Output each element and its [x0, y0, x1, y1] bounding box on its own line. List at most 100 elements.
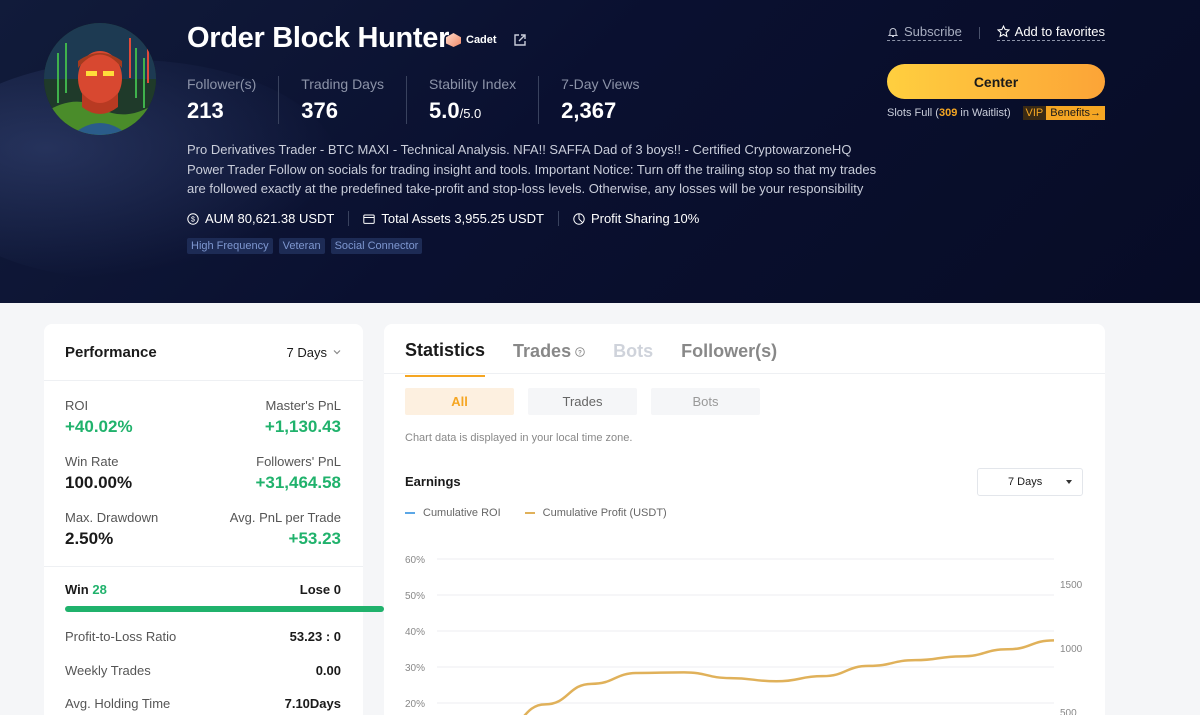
avg-holding-time-label: Avg. Holding Time [65, 696, 171, 711]
bio-line: are followed exactly at the predefined t… [187, 181, 864, 196]
vip-benefits-link[interactable]: VIP Benefits→ [1022, 106, 1105, 120]
weekly-trades-label: Weekly Trades [65, 663, 151, 678]
bio-line: Pro Derivatives Trader - BTC MAXI - Tech… [187, 142, 852, 157]
external-link-icon[interactable] [513, 33, 527, 47]
pie-icon [573, 212, 585, 225]
followers-pnl-cell: Followers' PnL +31,464.58 [255, 454, 341, 493]
stat-views: 7-Day Views 2,367 [561, 76, 661, 124]
slots-suffix: in Waitlist) [957, 107, 1011, 119]
lose-text: Lose 0 [300, 582, 341, 597]
statistics-card: Statistics Trades ? Bots Follower(s) All… [384, 324, 1105, 715]
master-pnl-label: Master's PnL [265, 398, 341, 413]
stat-label: Follower(s) [187, 76, 257, 92]
slots-status: Slots Full (309 in Waitlist) VIP Benefit… [887, 106, 1105, 120]
star-icon [996, 25, 1010, 38]
favorites-label: Add to favorites [1014, 24, 1105, 39]
profit-series-line [523, 639, 1055, 715]
stat-value: 376 [301, 98, 338, 123]
tab-bots[interactable]: Bots [613, 340, 653, 377]
stat-stability-index: Stability Index 5.0/5.0 [429, 76, 540, 124]
tab-statistics[interactable]: Statistics [405, 340, 486, 377]
rank-label: Cadet [466, 34, 497, 46]
lose-label: Lose [299, 582, 331, 597]
profit-sharing-metric: Profit Sharing 10% [573, 211, 713, 226]
avatar [44, 23, 156, 135]
profit-loss-ratio-value: 53.23 : 0 [289, 629, 341, 644]
trader-actions: Subscribe Add to favorites Center Slots … [887, 24, 1105, 120]
filter-all[interactable]: All [405, 388, 514, 415]
filter-bots[interactable]: Bots [651, 388, 760, 415]
y-tick-label-left: 50% [405, 591, 425, 602]
top-links: Subscribe Add to favorites [887, 24, 1105, 41]
stat-label: 7-Day Views [561, 76, 640, 92]
timezone-hint: Chart data is displayed in your local ti… [405, 432, 633, 444]
center-button[interactable]: Center [887, 64, 1105, 99]
filter-trades[interactable]: Trades [528, 388, 637, 415]
max-drawdown-label: Max. Drawdown [65, 510, 159, 525]
legend-swatch [405, 512, 415, 514]
bell-icon [887, 27, 899, 37]
y-tick-label-left: 20% [405, 699, 425, 710]
divider [978, 26, 980, 39]
tab-followers[interactable]: Follower(s) [681, 340, 777, 377]
earnings-period-label: 7 Days [1008, 476, 1043, 488]
win-count: 28 [92, 582, 107, 597]
avg-pnl-label: Avg. PnL per Trade [229, 510, 341, 525]
profit-sharing-value: Profit Sharing 10% [590, 211, 700, 226]
perf-row-roi: ROI +40.02% Master's PnL +1,130.43 [44, 398, 363, 437]
earnings-chart: 60% 50% 40% 30% 20% 1500 1000 500 [405, 555, 1083, 715]
avg-pnl-cell: Avg. PnL per Trade +53.23 [230, 510, 341, 549]
stat-followers: Follower(s) 213 [187, 76, 280, 124]
filter-tabs: All Trades Bots [405, 388, 760, 415]
earnings-title: Earnings [405, 474, 461, 489]
stat-label: Trading Days [301, 76, 384, 92]
help-icon[interactable]: ? [575, 346, 585, 357]
stability-max: /5.0 [459, 106, 482, 121]
legend-swatch [524, 512, 535, 514]
period-dropdown[interactable]: 7 Days [287, 345, 341, 360]
profit-loss-ratio-row: Profit-to-Loss Ratio 53.23 : 0 [65, 629, 341, 644]
roi-cell: ROI +40.02% [65, 398, 133, 437]
subscribe-label: Subscribe [904, 24, 962, 39]
max-drawdown-value: 2.50% [65, 529, 114, 548]
weekly-trades-value: 0.00 [315, 663, 341, 678]
trader-stats: Follower(s) 213 Trading Days 376 Stabili… [187, 76, 683, 124]
max-drawdown-cell: Max. Drawdown 2.50% [65, 510, 158, 549]
tabs-divider [384, 373, 1105, 374]
legend-roi[interactable]: Cumulative ROI [405, 507, 501, 519]
stat-value: 5.0/5.0 [429, 98, 516, 124]
roi-label: ROI [65, 398, 89, 413]
vip-label: VIP [1022, 106, 1047, 120]
lose-count: 0 [333, 582, 341, 597]
bio-line: Power Trader Follow on socials for tradi… [187, 161, 877, 177]
aum-metric: $ AUM 80,621.38 USDT [187, 211, 350, 226]
chart-legend: Cumulative ROI Cumulative Profit (USDT) [405, 507, 667, 519]
add-to-favorites-link[interactable]: Add to favorites [996, 24, 1105, 41]
legend-label: Cumulative ROI [423, 507, 501, 519]
win-rate-cell: Win Rate 100.00% [65, 454, 132, 493]
trader-tags: High Frequency Veteran Social Connector [187, 238, 423, 254]
aum-value: AUM 80,621.38 USDT [205, 211, 335, 226]
performance-header: Performance 7 Days [44, 324, 363, 381]
legend-profit[interactable]: Cumulative Profit (USDT) [524, 507, 667, 519]
caret-down-icon [1066, 480, 1072, 484]
divider [44, 566, 363, 567]
tab-trades-label: Trades [513, 341, 572, 361]
svg-text:$: $ [191, 216, 195, 223]
stability-score: 5.0 [428, 98, 460, 123]
win-rate-value: 100.00% [65, 473, 133, 492]
earnings-period-dropdown[interactable]: 7 Days [977, 468, 1083, 496]
waitlist-count: 309 [938, 107, 958, 119]
win-lose-row: Win 28 Lose 0 [65, 582, 341, 597]
tab-trades[interactable]: Trades ? [513, 340, 585, 377]
win-label: Win [65, 582, 89, 597]
y-tick-label-left: 40% [405, 627, 425, 638]
avg-holding-time-row: Avg. Holding Time 7.10Days [65, 696, 341, 711]
avg-holding-time-value: 7.10Days [284, 696, 341, 711]
performance-title: Performance [65, 343, 157, 361]
subscribe-link[interactable]: Subscribe [887, 24, 962, 41]
weekly-trades-row: Weekly Trades 0.00 [65, 663, 341, 678]
benefits-label: Benefits→ [1046, 106, 1105, 120]
stat-value: 2,367 [561, 98, 617, 123]
avg-pnl-value: +53.23 [288, 529, 341, 548]
